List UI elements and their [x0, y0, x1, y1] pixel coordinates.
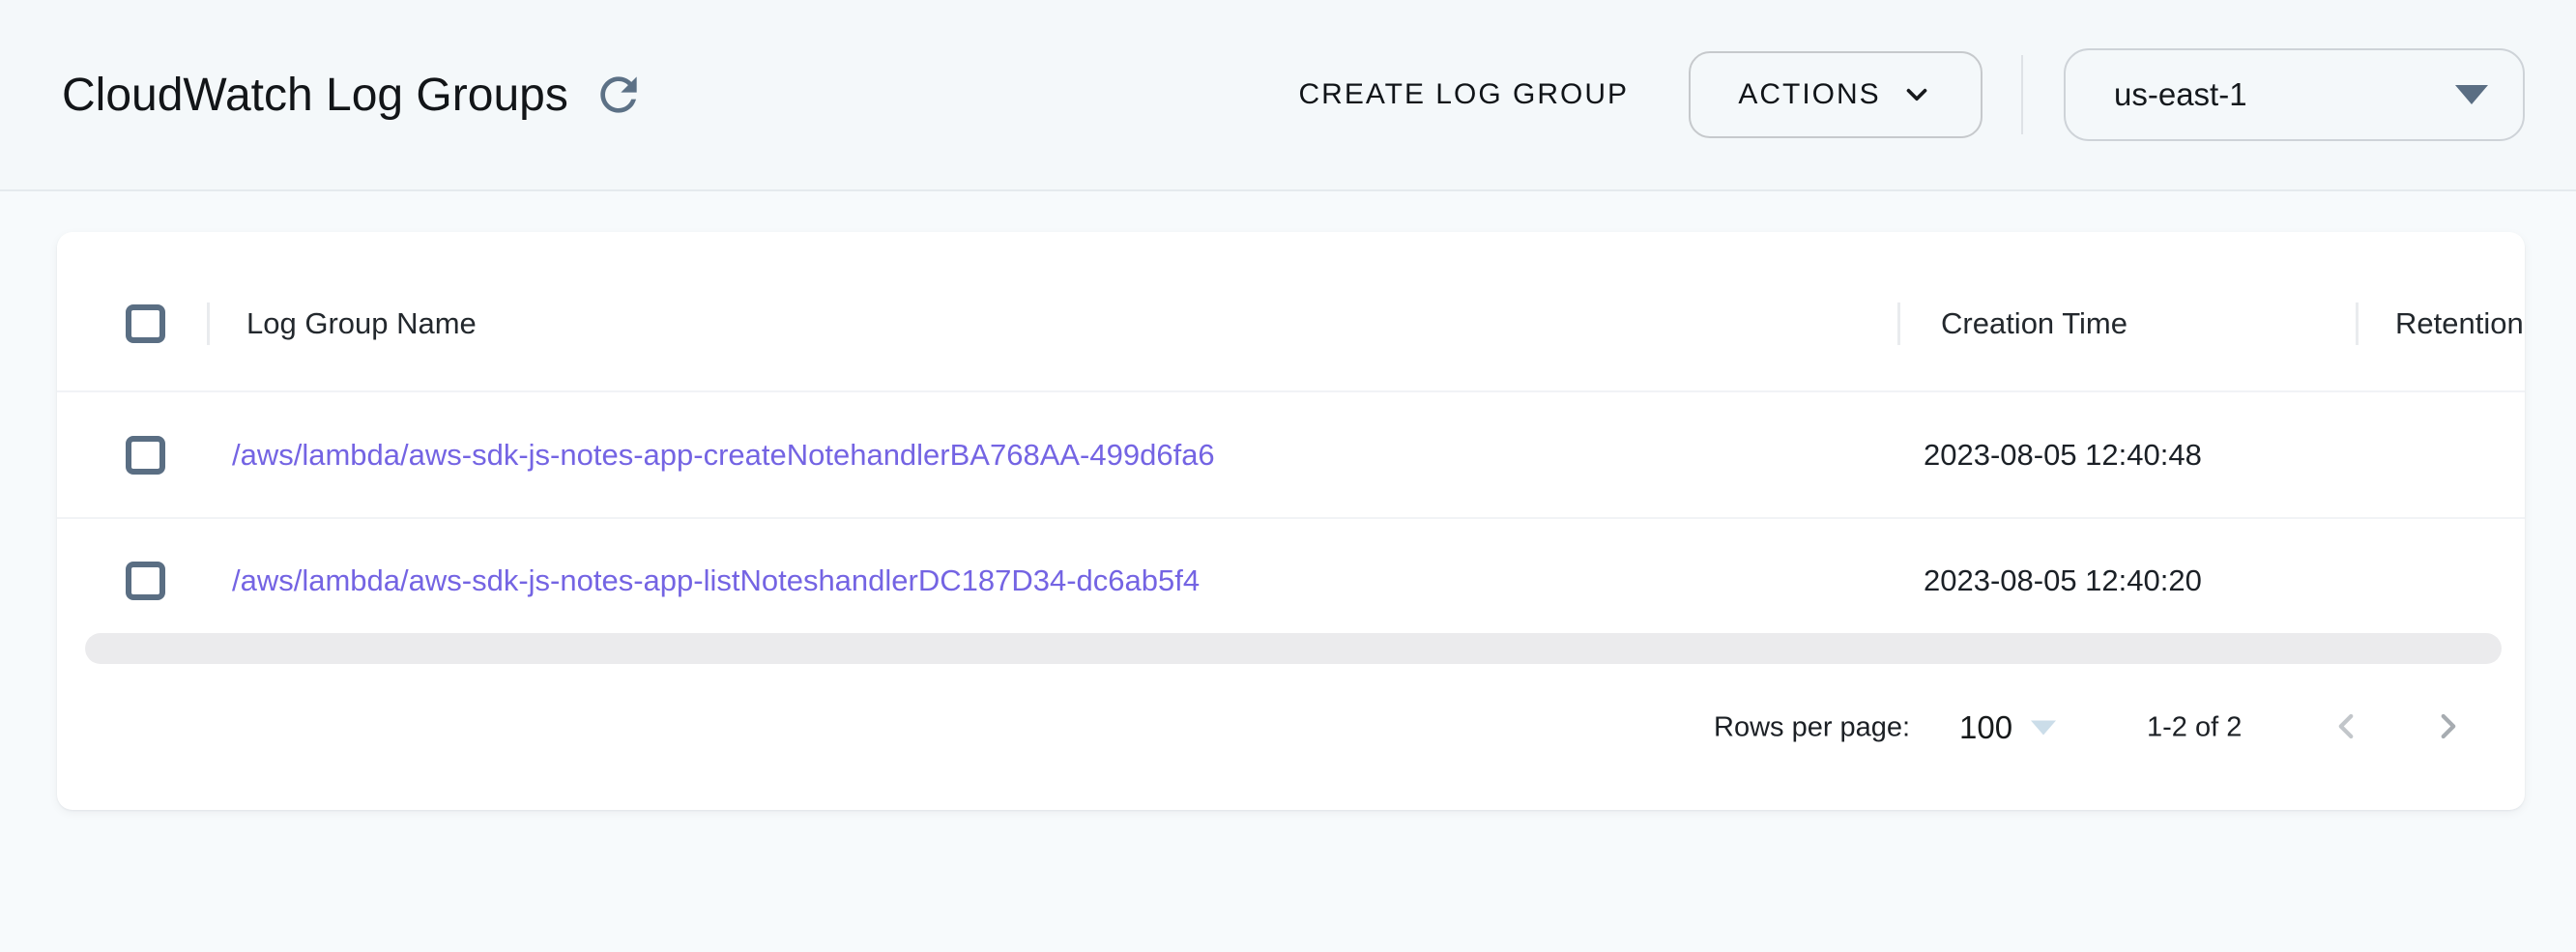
column-divider	[1897, 303, 1900, 345]
refresh-button[interactable]	[592, 68, 646, 122]
creation-time-value: 2023-08-05 12:40:48	[1924, 438, 2202, 473]
creation-time-value: 2023-08-05 12:40:20	[1924, 563, 2202, 598]
dropdown-arrow-icon[interactable]	[2031, 721, 2056, 736]
column-divider	[207, 303, 210, 345]
column-divider	[2356, 303, 2359, 345]
chevron-left-icon	[2326, 707, 2366, 747]
pagination-range-label: 1-2 of 2	[2147, 712, 2242, 744]
row-checkbox[interactable]	[126, 436, 165, 475]
actions-button[interactable]: ACTIONS	[1689, 51, 1983, 138]
table-row: /aws/lambda/aws-sdk-js-notes-app-createN…	[57, 392, 2525, 519]
rows-per-page-label: Rows per page:	[1714, 712, 1910, 744]
region-select[interactable]: us-east-1	[2064, 48, 2525, 141]
log-group-link[interactable]: /aws/lambda/aws-sdk-js-notes-app-listNot…	[232, 563, 1200, 598]
column-header-log-group-name: Log Group Name	[246, 306, 477, 341]
pagination-bar: Rows per page: 100 1-2 of 2	[57, 664, 2525, 792]
actions-button-label: ACTIONS	[1738, 78, 1880, 111]
column-header-retention: Retention	[2395, 306, 2524, 341]
row-checkbox[interactable]	[126, 562, 165, 600]
toolbar-divider	[2021, 55, 2023, 134]
next-page-button[interactable]	[2428, 707, 2469, 750]
dropdown-arrow-icon	[2455, 85, 2488, 104]
chevron-right-icon	[2428, 707, 2469, 747]
region-select-value: us-east-1	[2114, 76, 2455, 113]
horizontal-scrollbar[interactable]	[85, 633, 2502, 664]
table-header-row: Log Group Name Creation Time Retention	[57, 232, 2525, 392]
page-header: CloudWatch Log Groups CREATE LOG GROUP A…	[0, 0, 2576, 191]
rows-per-page-select[interactable]: 100	[1959, 709, 2012, 746]
column-header-creation-time: Creation Time	[1941, 306, 2127, 341]
log-groups-card: Log Group Name Creation Time Retention /…	[57, 232, 2525, 810]
page-title: CloudWatch Log Groups	[62, 69, 568, 122]
log-group-link[interactable]: /aws/lambda/aws-sdk-js-notes-app-createN…	[232, 438, 1215, 473]
previous-page-button[interactable]	[2326, 707, 2366, 750]
table-row: /aws/lambda/aws-sdk-js-notes-app-listNot…	[57, 519, 2525, 643]
app-root: CloudWatch Log Groups CREATE LOG GROUP A…	[0, 0, 2576, 952]
refresh-icon	[592, 68, 646, 122]
select-all-checkbox[interactable]	[126, 304, 165, 343]
chevron-down-icon	[1900, 78, 1933, 111]
create-log-group-button[interactable]: CREATE LOG GROUP	[1289, 59, 1639, 130]
